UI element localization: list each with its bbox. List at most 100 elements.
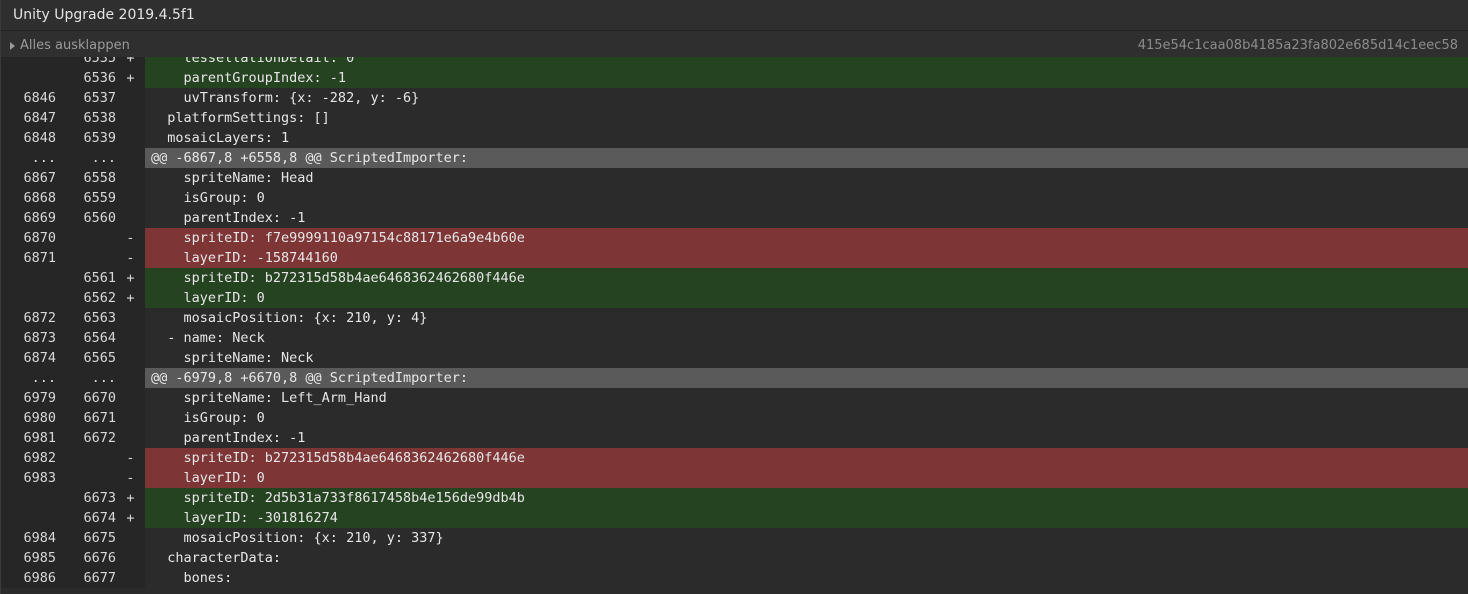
new-line-number: 6539	[83, 130, 116, 146]
new-line-number: 6677	[83, 570, 116, 586]
old-line-number	[1, 508, 56, 528]
line-gutter: 6846 6537	[1, 88, 145, 108]
new-line-number: 6671	[83, 410, 116, 426]
new-line-number: 6564	[83, 330, 116, 346]
code-text: parentIndex: -1	[145, 208, 1468, 228]
diff-line: 6848 6539 mosaicLayers: 1	[1, 128, 1468, 148]
code-text: platformSettings: []	[145, 108, 1468, 128]
diff-line: 6872 6563 mosaicPosition: {x: 210, y: 4}	[1, 308, 1468, 328]
change-marker	[116, 408, 145, 428]
new-line-number: 6674	[83, 510, 116, 526]
change-marker	[116, 348, 145, 368]
diff-line: 6869 6560 parentIndex: -1	[1, 208, 1468, 228]
change-marker: -	[126, 470, 135, 486]
code-text: layerID: -301816274	[145, 508, 1468, 528]
diff-toolbar: Alles ausklappen 415e54c1caa08b4185a23fa…	[1, 31, 1468, 60]
code-text: - name: Neck	[145, 328, 1468, 348]
old-line-number: 6848	[23, 130, 56, 146]
new-line-number	[56, 448, 116, 468]
caret-right-icon	[10, 41, 15, 50]
old-line-number: 6981	[23, 430, 56, 446]
line-gutter: 6980 6671	[1, 408, 145, 428]
code-text: layerID: 0	[145, 288, 1468, 308]
line-gutter: 6535 +	[1, 57, 145, 68]
change-marker: +	[126, 57, 135, 66]
window-title: Unity Upgrade 2019.4.5f1	[1, 0, 1468, 31]
diff-line: 6870 - spriteID: f7e9999110a97154c88171e6…	[1, 228, 1468, 248]
new-line-number: ...	[91, 150, 116, 166]
line-gutter: 6986 6677	[1, 568, 145, 588]
expand-all-button[interactable]: Alles ausklappen	[10, 38, 130, 53]
diff-line: 6874 6565 spriteName: Neck	[1, 348, 1468, 368]
code-text: isGroup: 0	[145, 408, 1468, 428]
change-marker	[116, 168, 145, 188]
diff-line: 6846 6537 uvTransform: {x: -282, y: -6}	[1, 88, 1468, 108]
old-line-number: 6983	[23, 470, 56, 486]
change-marker	[116, 528, 145, 548]
line-gutter: 6985 6676	[1, 548, 145, 568]
code-text: layerID: -158744160	[145, 248, 1468, 268]
old-line-number: ...	[31, 370, 56, 386]
new-line-number: 6565	[83, 350, 116, 366]
code-text: isGroup: 0	[145, 188, 1468, 208]
line-gutter: 6871 -	[1, 248, 145, 268]
diff-line: 6983 - layerID: 0	[1, 468, 1468, 488]
new-line-number: 6536	[83, 70, 116, 86]
expand-all-label: Alles ausklappen	[20, 38, 130, 53]
change-marker: +	[126, 490, 135, 506]
diff-line: 6984 6675 mosaicPosition: {x: 210, y: 337…	[1, 528, 1468, 548]
hunk-header: ...... @@ -6867,8 +6558,8 @@ ScriptedImpo…	[1, 148, 1468, 168]
diff-line: 6561 + spriteID: b272315d58b4ae6468362462…	[1, 268, 1468, 288]
new-line-number: 6562	[83, 290, 116, 306]
diff-view[interactable]: 6535 + tessellationDetail: 0 6536 + paren…	[1, 57, 1468, 594]
diff-line: 6867 6558 spriteName: Head	[1, 168, 1468, 188]
code-text: parentGroupIndex: -1	[145, 68, 1468, 88]
diff-line: 6985 6676 characterData:	[1, 548, 1468, 568]
new-line-number: 6563	[83, 310, 116, 326]
line-gutter: 6673 +	[1, 488, 145, 508]
change-marker: -	[126, 250, 135, 266]
old-line-number: 6871	[23, 250, 56, 266]
line-gutter: 6979 6670	[1, 388, 145, 408]
old-line-number: ...	[31, 150, 56, 166]
change-marker	[116, 388, 145, 408]
code-text: tessellationDetail: 0	[145, 57, 1468, 68]
line-gutter: 6870 -	[1, 228, 145, 248]
code-text: characterData:	[145, 548, 1468, 568]
code-text: spriteID: b272315d58b4ae6468362462680f44…	[145, 268, 1468, 288]
code-text: layerID: 0	[145, 468, 1468, 488]
line-gutter: 6869 6560	[1, 208, 145, 228]
old-line-number	[1, 488, 56, 508]
old-line-number: 6846	[23, 90, 56, 106]
hunk-header: ...... @@ -6979,8 +6670,8 @@ ScriptedImpo…	[1, 368, 1468, 388]
commit-hash[interactable]: 415e54c1caa08b4185a23fa802e685d14c1eec58	[1138, 38, 1458, 53]
new-line-number	[56, 228, 116, 248]
diff-line: 6562 + layerID: 0	[1, 288, 1468, 308]
line-gutter: 6847 6538	[1, 108, 145, 128]
change-marker	[116, 568, 145, 588]
new-line-number: 6673	[83, 490, 116, 506]
new-line-number: 6675	[83, 530, 116, 546]
old-line-number: 6985	[23, 550, 56, 566]
old-line-number: 6872	[23, 310, 56, 326]
new-line-number	[56, 468, 116, 488]
old-line-number: 6868	[23, 190, 56, 206]
new-line-number: 6561	[83, 270, 116, 286]
code-text: uvTransform: {x: -282, y: -6}	[145, 88, 1468, 108]
line-gutter: 6674 +	[1, 508, 145, 528]
diff-lines: 6536 + parentGroupIndex: -1 6846 6537 uvTra…	[1, 68, 1468, 588]
hunk-header-text: @@ -6979,8 +6670,8 @@ ScriptedImporter:	[145, 368, 1468, 388]
code-text: bones:	[145, 568, 1468, 588]
old-line-number	[1, 68, 56, 88]
line-gutter: 6983 -	[1, 468, 145, 488]
line-gutter: 6873 6564	[1, 328, 145, 348]
line-gutter: 6562 +	[1, 288, 145, 308]
code-text: spriteID: b272315d58b4ae6468362462680f44…	[145, 448, 1468, 468]
line-gutter: 6867 6558	[1, 168, 145, 188]
old-line-number: 6869	[23, 210, 56, 226]
old-line-number: 6874	[23, 350, 56, 366]
line-gutter: 6848 6539	[1, 128, 145, 148]
change-marker: +	[126, 510, 135, 526]
code-text: spriteName: Head	[145, 168, 1468, 188]
change-marker: +	[126, 270, 135, 286]
